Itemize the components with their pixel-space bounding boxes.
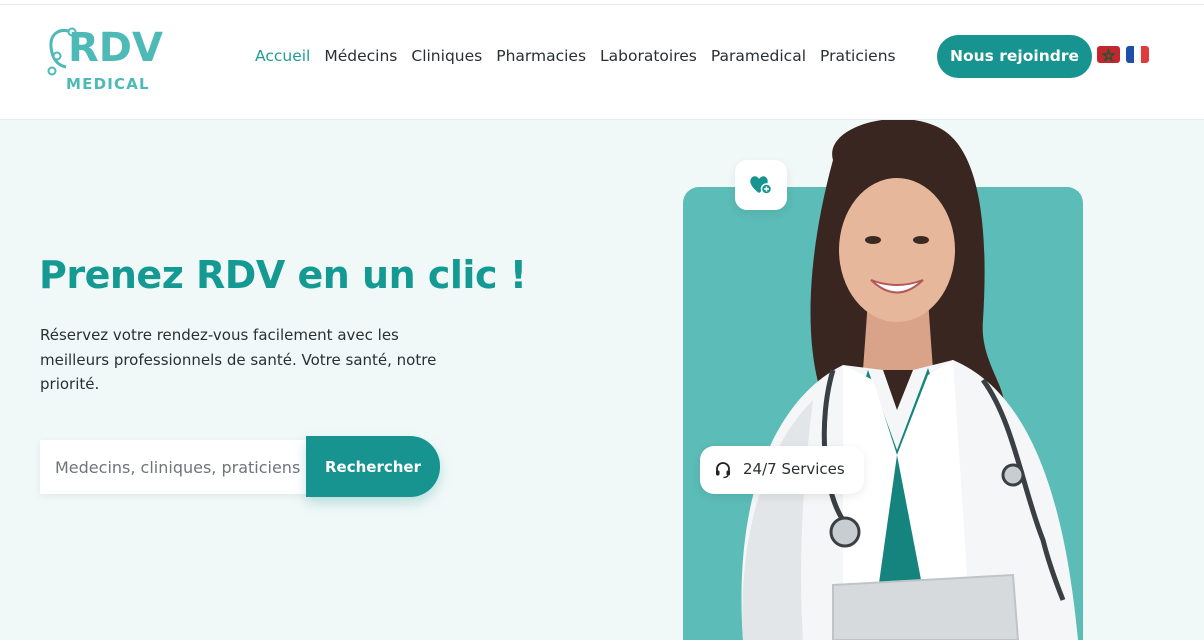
hero-title: Prenez RDV en un clic ! <box>39 253 527 297</box>
nav-item-medecins[interactable]: Médecins <box>324 44 397 68</box>
logo-medical-text: MEDICAL <box>66 75 150 93</box>
search-form: Rechercher <box>40 436 440 497</box>
search-input[interactable] <box>40 440 316 494</box>
main-nav: Accueil Médecins Cliniques Pharmacies La… <box>255 44 896 68</box>
services-badge-label: 24/7 Services <box>743 460 845 478</box>
hero-description: Réservez votre rendez-vous facilement av… <box>40 326 437 393</box>
nav-item-accueil[interactable]: Accueil <box>255 44 310 68</box>
site-header: RDV MEDICAL Accueil Médecins Cliniques P… <box>0 5 1204 120</box>
nav-item-praticiens[interactable]: Praticiens <box>820 44 896 68</box>
heart-plus-icon <box>750 176 773 195</box>
nav-item-pharmacies[interactable]: Pharmacies <box>496 44 586 68</box>
rdv-medical-logo[interactable]: RDV MEDICAL <box>46 23 171 98</box>
nav-item-paramedical[interactable]: Paramedical <box>711 44 806 68</box>
nav-item-cliniques[interactable]: Cliniques <box>411 44 482 68</box>
nav-item-laboratoires[interactable]: Laboratoires <box>600 44 697 68</box>
services-badge: 24/7 Services <box>700 446 864 494</box>
morocco-flag-icon[interactable] <box>1097 46 1120 63</box>
france-flag-icon[interactable] <box>1126 46 1149 63</box>
join-button[interactable]: Nous rejoindre <box>937 35 1092 78</box>
headset-icon <box>716 462 730 479</box>
heart-plus-badge <box>735 160 787 210</box>
logo-rdv-text: RDV <box>68 25 163 71</box>
search-button[interactable]: Rechercher <box>306 436 440 497</box>
